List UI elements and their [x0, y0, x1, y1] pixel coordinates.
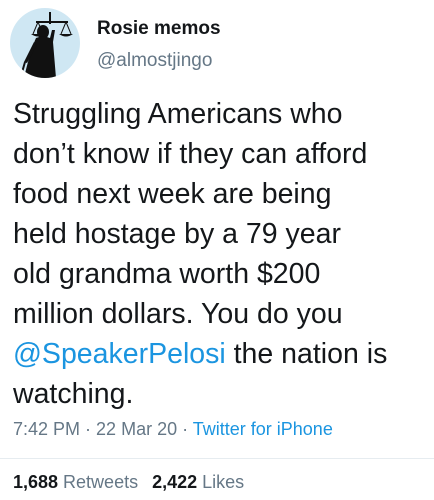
tweet-line: don’t know if they can afford — [13, 138, 368, 170]
retweets-count: 1,688 — [13, 472, 59, 492]
tweet-source-link[interactable]: Twitter for iPhone — [193, 419, 333, 439]
tweet-line: old grandma worth $200 — [13, 258, 321, 290]
divider — [0, 458, 434, 459]
retweets-label: Retweets — [58, 472, 139, 492]
meta-separator: · — [177, 419, 193, 439]
tweet-header: Rosie memos @almostjingo — [10, 8, 424, 78]
tweet-line: million dollars. You do you — [13, 298, 343, 330]
display-name[interactable]: Rosie memos — [97, 18, 221, 40]
retweets-stat[interactable]: 1,688 Retweets — [13, 472, 138, 492]
lady-justice-silhouette-icon — [20, 12, 73, 78]
tweet-line: Struggling Americans who — [13, 98, 343, 130]
tweet-meta: 7:42 PM · 22 Mar 20 · Twitter for iPhone — [13, 419, 333, 440]
tweet-line-with-mention: @SpeakerPelosi the nation is — [13, 334, 423, 374]
tweet-date[interactable]: 22 Mar 20 — [96, 419, 177, 439]
likes-label: Likes — [197, 472, 245, 492]
tweet-time[interactable]: 7:42 PM — [13, 419, 80, 439]
tweet-stats: 1,688 Retweets 2,422 Likes — [13, 472, 244, 493]
tweet-line-tail: the nation is — [225, 338, 388, 370]
user-handle[interactable]: @almostjingo — [97, 50, 212, 72]
likes-stat[interactable]: 2,422 Likes — [152, 472, 244, 492]
tweet-line: watching. — [13, 378, 134, 410]
mention-link[interactable]: @SpeakerPelosi — [13, 338, 226, 370]
avatar[interactable] — [10, 8, 80, 78]
tweet-line: held hostage by a 79 year — [13, 218, 341, 250]
meta-separator: · — [80, 419, 97, 439]
tweet-line: food next week are being — [13, 178, 332, 210]
tweet-text: Struggling Americans who don’t know if t… — [13, 94, 423, 414]
likes-count: 2,422 — [152, 472, 198, 492]
